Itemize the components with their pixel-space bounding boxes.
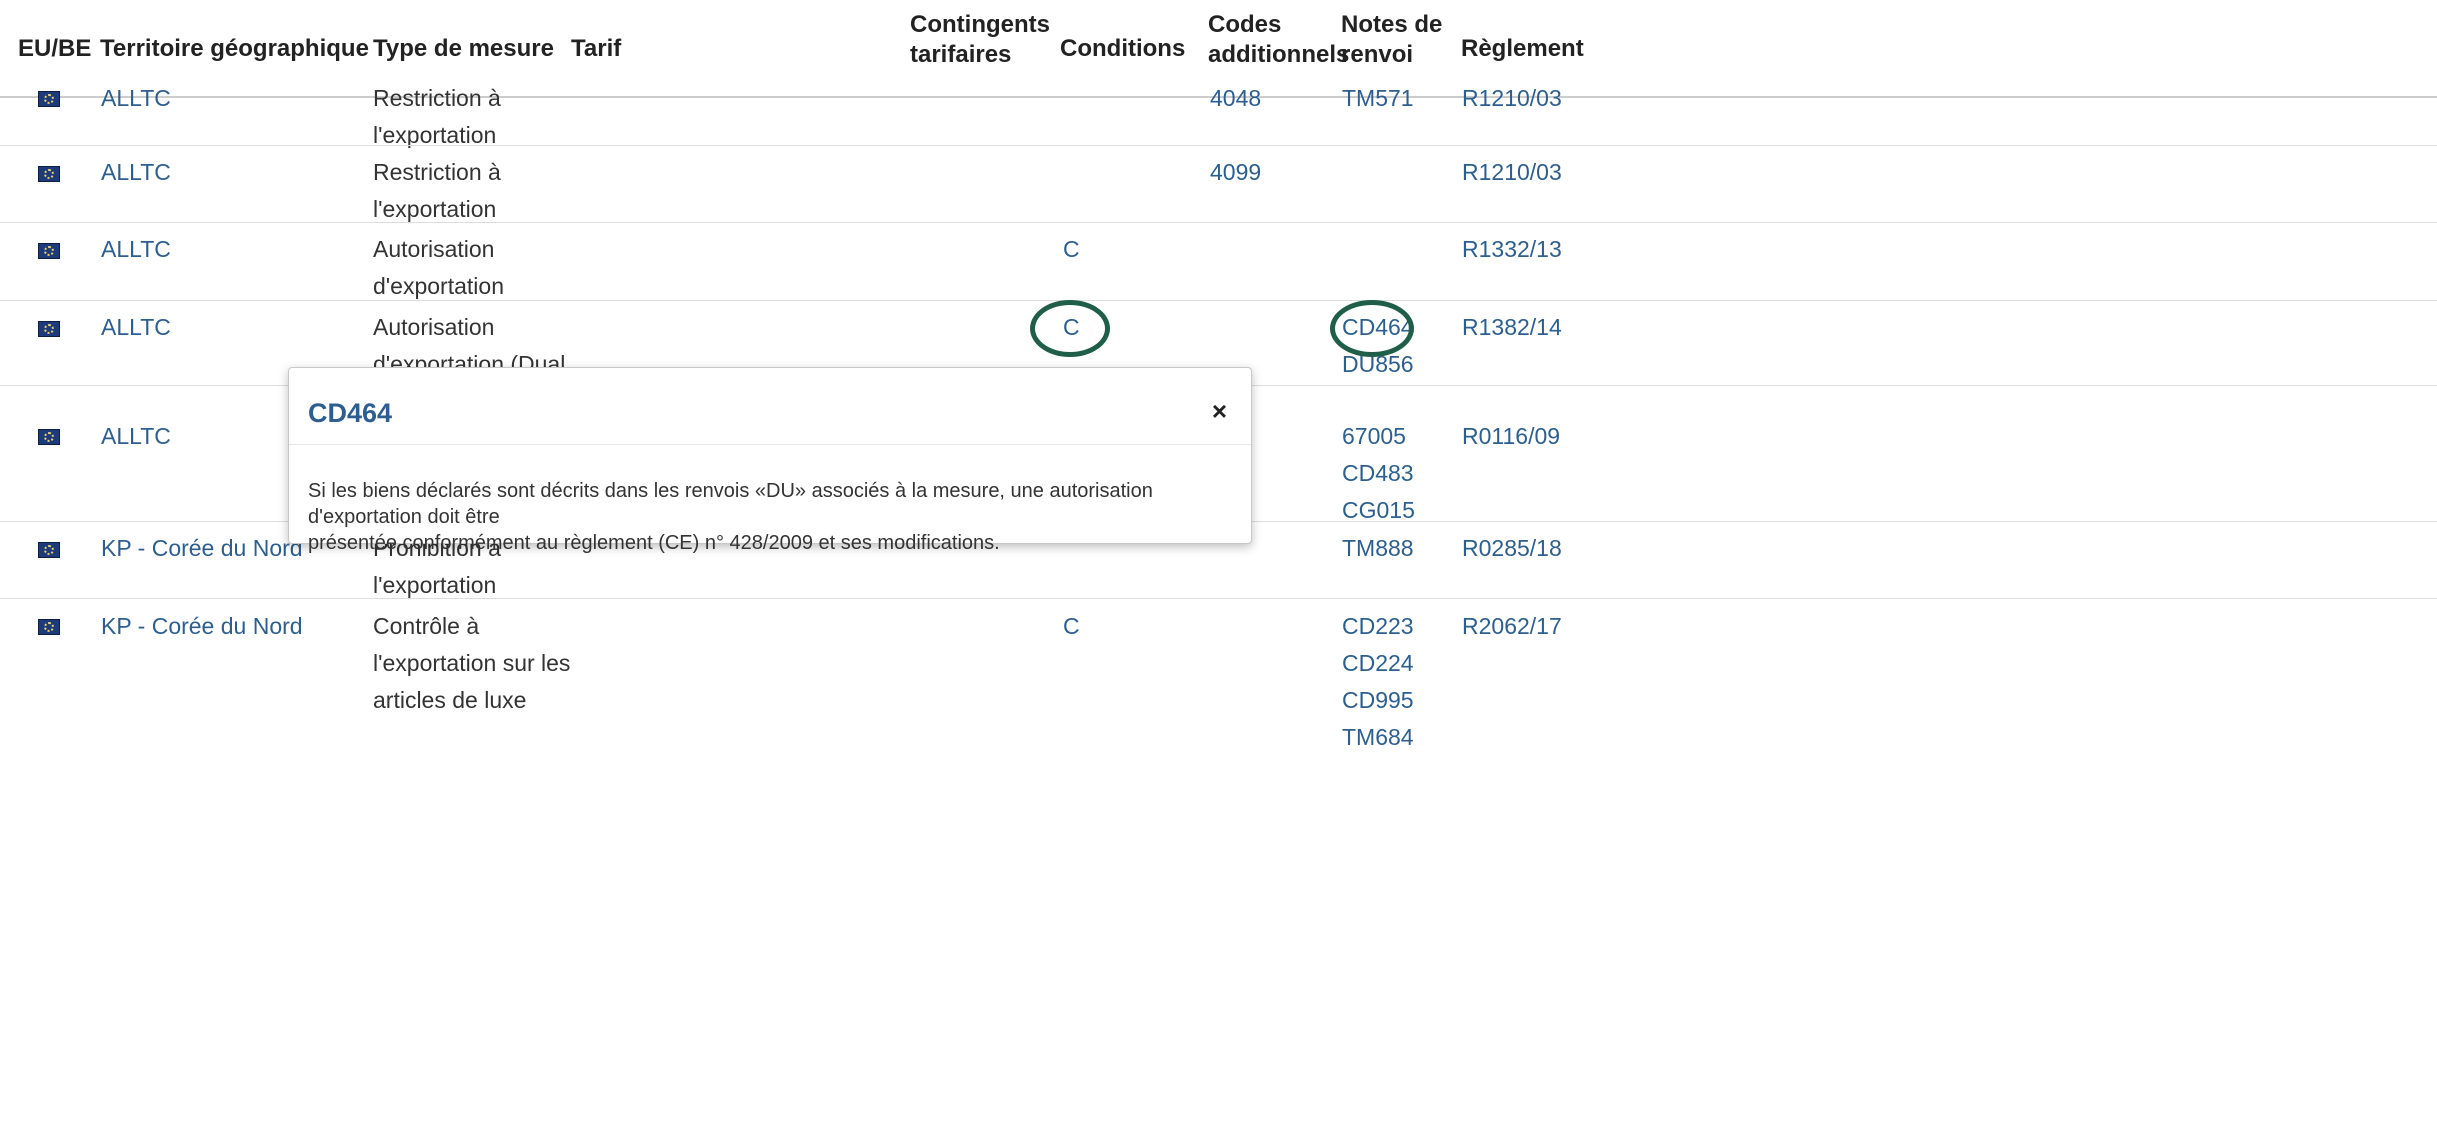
territoire-link[interactable]: ALLTC: [101, 231, 171, 268]
territoire-link[interactable]: KP - Corée du Nord: [101, 608, 303, 645]
type-mesure: Autorisation d'exportation: [373, 236, 504, 299]
reglement-link[interactable]: R1210/03: [1462, 154, 1562, 191]
eu-flag-icon: [38, 542, 60, 558]
row-divider: [0, 145, 2437, 146]
eu-flag-icon: [38, 243, 60, 259]
header-notes: Notes de renvoi: [1341, 11, 1443, 68]
eu-flag-icon: [38, 166, 60, 182]
condition-link[interactable]: C: [1063, 231, 1080, 268]
condition-link[interactable]: C: [1063, 309, 1080, 346]
row-divider: [0, 598, 2437, 599]
code-additionnel-link[interactable]: 4048: [1210, 80, 1261, 117]
header-codes: Codes additionnels: [1208, 11, 1350, 68]
row-divider: [0, 300, 2437, 301]
header-type-mesure: Type de mesure: [373, 35, 554, 62]
close-icon[interactable]: ×: [1212, 396, 1227, 427]
popup-title: CD464: [308, 398, 393, 428]
popup-divider: [289, 444, 1251, 445]
type-mesure: Restriction à l'exportation: [373, 159, 501, 222]
header-contingents: Contingents tarifaires: [910, 11, 1050, 68]
eu-flag-icon: [38, 619, 60, 635]
header-eu-be: EU/BE: [18, 35, 92, 62]
header-reglement: Règlement: [1461, 35, 1584, 62]
header-territoire: Territoire géographique: [100, 35, 369, 62]
territoire-link[interactable]: ALLTC: [101, 80, 171, 117]
territoire-link[interactable]: ALLTC: [101, 418, 171, 455]
reglement-link[interactable]: R0116/09: [1462, 418, 1560, 455]
type-mesure: Restriction à l'exportation: [373, 85, 501, 148]
reglement-link[interactable]: R0285/18: [1462, 530, 1562, 567]
note-renvoi-link[interactable]: 67005 CD483 CG015: [1342, 418, 1415, 529]
reglement-link[interactable]: R1382/14: [1462, 309, 1562, 346]
eu-flag-icon: [38, 321, 60, 337]
code-additionnel-link[interactable]: 4099: [1210, 154, 1261, 191]
header-conditions: Conditions: [1060, 35, 1186, 62]
territoire-link[interactable]: ALLTC: [101, 309, 171, 346]
reglement-link[interactable]: R1210/03: [1462, 80, 1562, 117]
reglement-link[interactable]: R1332/13: [1462, 231, 1562, 268]
note-renvoi-link[interactable]: CD464 DU856: [1342, 309, 1414, 383]
territoire-link[interactable]: ALLTC: [101, 154, 171, 191]
eu-flag-icon: [38, 91, 60, 107]
popup-body: Si les biens déclarés sont décrits dans …: [308, 480, 1153, 554]
reglement-link[interactable]: R2062/17: [1462, 608, 1562, 645]
condition-link[interactable]: C: [1063, 608, 1080, 645]
header-tarif: Tarif: [571, 35, 622, 62]
note-popup: CD464 × Si les biens déclarés sont décri…: [288, 367, 1252, 554]
note-renvoi-link[interactable]: TM571: [1342, 80, 1414, 117]
note-renvoi-link[interactable]: CD223 CD224 CD995 TM684: [1342, 608, 1414, 756]
territoire-link[interactable]: KP - Corée du Nord: [101, 530, 303, 567]
type-mesure: Contrôle à l'exportation sur les articles …: [373, 613, 571, 713]
note-renvoi-link[interactable]: TM888: [1342, 530, 1414, 567]
row-divider: [0, 222, 2437, 223]
eu-flag-icon: [38, 429, 60, 445]
